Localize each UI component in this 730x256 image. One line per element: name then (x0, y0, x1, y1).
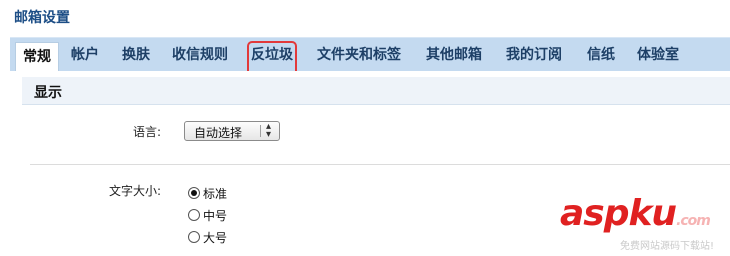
radio-unchecked-icon[interactable] (188, 209, 200, 221)
tab-account[interactable]: 帐户 (71, 45, 99, 72)
up-down-arrows-icon: ▴ ▾ (266, 121, 272, 140)
page-title: 邮箱设置 (14, 10, 70, 26)
radio-label: 大号 (203, 231, 228, 245)
tab-folders-and-labels[interactable]: 文件夹和标签 (317, 45, 401, 72)
tab-skin[interactable]: 换肤 (122, 45, 150, 72)
tab-lab[interactable]: 体验室 (637, 45, 679, 72)
radio-label: 中号 (203, 209, 228, 223)
tab-general[interactable]: 常规 (15, 42, 59, 73)
tab-anti-spam[interactable]: 反垃圾 (247, 41, 297, 76)
radio-label: 标准 (203, 187, 228, 201)
watermark: aspku.com 免费网站源码下载站! (560, 193, 730, 253)
radio-unchecked-icon[interactable] (188, 231, 200, 243)
radio-checked-icon[interactable] (188, 187, 200, 199)
mail-settings-page: 邮箱设置 常规 帐户 换肤 收信规则 反垃圾 文件夹和标签 其他邮箱 我的订阅 … (0, 0, 730, 256)
watermark-logo-text: aspku (560, 193, 677, 234)
watermark-subtext: 免费网站源码下载站! (620, 241, 715, 252)
settings-tab-bar: 常规 帐户 换肤 收信规则 反垃圾 文件夹和标签 其他邮箱 我的订阅 信纸 体验… (10, 37, 730, 76)
tab-stationery[interactable]: 信纸 (587, 45, 615, 72)
section-title: 显示 (34, 85, 62, 101)
watermark-logo: aspku.com (560, 193, 711, 234)
watermark-logo-suffix: .com (676, 213, 711, 229)
select-separator (260, 125, 261, 137)
tab-other-mailboxes[interactable]: 其他邮箱 (426, 45, 482, 72)
tab-my-subscriptions[interactable]: 我的订阅 (506, 45, 562, 72)
section-header-display: 显示 (22, 77, 730, 105)
font-size-label: 文字大小: (109, 184, 162, 198)
language-select[interactable]: 自动选择 ▴ ▾ (184, 121, 280, 141)
tab-mail-rules[interactable]: 收信规则 (172, 45, 228, 72)
language-label: 语言: (133, 125, 162, 139)
language-select-value: 自动选择 (194, 126, 243, 140)
section-divider (30, 164, 730, 165)
